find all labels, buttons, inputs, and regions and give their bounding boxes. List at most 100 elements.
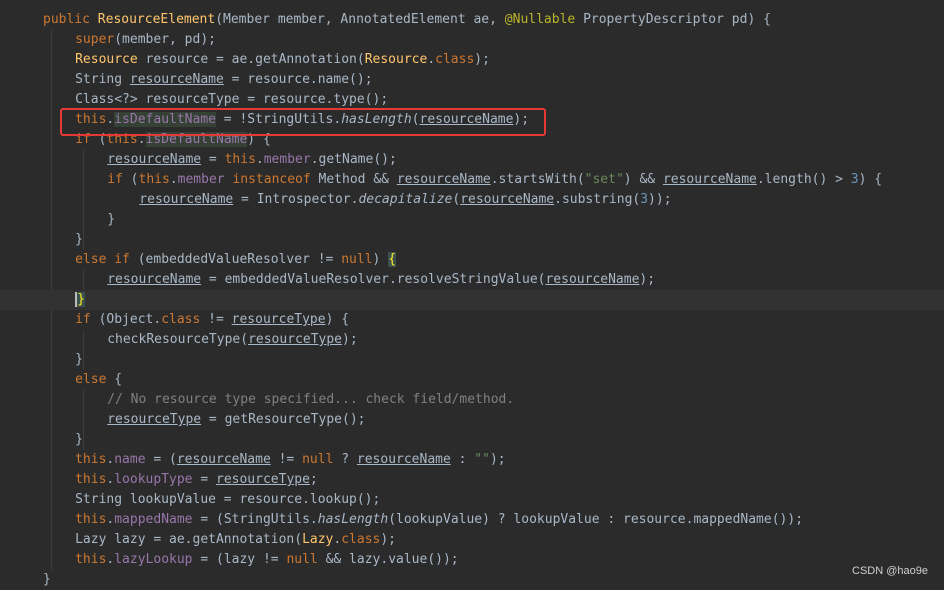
code-token: } [75, 232, 83, 247]
code-line-text: resourceName = Introspector.decapitalize… [139, 190, 671, 210]
code-token: && lazy.value()); [325, 552, 459, 567]
code-token: 3 [850, 172, 859, 187]
code-line[interactable]: Resource resource = ae.getAnnotation(Res… [0, 50, 944, 70]
code-line-text: resourceName = this.member.getName(); [107, 150, 397, 170]
code-token: ); [342, 332, 358, 347]
code-token: else if [75, 252, 138, 267]
code-token: (Object. [98, 312, 162, 327]
code-token: = getResourceType(); [201, 412, 366, 427]
code-line-text: Resource resource = ae.getAnnotation(Res… [75, 50, 490, 70]
code-token: ); [489, 452, 506, 467]
code-line[interactable]: resourceName = Introspector.decapitalize… [0, 190, 944, 210]
code-token: @Nullable [504, 12, 584, 27]
code-line[interactable]: this.name = (resourceName != null ? reso… [0, 450, 944, 470]
code-token: = (lazy != [192, 552, 287, 567]
code-line[interactable]: } [0, 430, 944, 450]
red-highlight-box [60, 108, 546, 136]
code-token: ; [309, 472, 318, 487]
code-token: hasLength [317, 512, 389, 527]
code-token: null [341, 252, 373, 267]
code-token: super [75, 32, 115, 47]
watermark: CSDN @hao9e [852, 565, 928, 577]
code-token: ); [474, 52, 490, 67]
code-line[interactable]: resourceType = getResourceType(); [0, 410, 944, 430]
code-line-text: else if (embeddedValueResolver != null) … [75, 250, 397, 270]
code-token: checkResourceType( [107, 332, 249, 347]
code-token: { [114, 372, 123, 387]
code-token: name [114, 452, 146, 467]
code-line[interactable]: } [0, 210, 944, 230]
code-line[interactable]: public ResourceElement(Member member, An… [0, 10, 944, 30]
code-line-text: public ResourceElement(Member member, An… [43, 10, 771, 30]
code-token: resourceType [216, 472, 310, 487]
code-token: ) { [858, 172, 883, 187]
code-token: this [75, 452, 107, 467]
code-token: this [224, 152, 256, 167]
code-line[interactable]: resourceName = this.member.getName(); [0, 150, 944, 170]
code-token: resourceName [139, 192, 234, 207]
code-line[interactable]: if (Object.class != resourceType) { [0, 310, 944, 330]
code-line[interactable]: String resourceName = resource.name(); [0, 70, 944, 90]
code-token: resourceName [107, 272, 202, 287]
code-token: = Introspector. [233, 192, 359, 207]
code-line-text: this.lookupType = resourceType; [75, 470, 318, 490]
code-token: Lazy [302, 532, 334, 547]
code-token: { [388, 252, 397, 267]
code-token: : [450, 452, 475, 467]
code-line[interactable]: else if (embeddedValueResolver != null) … [0, 250, 944, 270]
code-line[interactable]: this.lazyLookup = (lazy != null && lazy.… [0, 550, 944, 570]
code-line[interactable]: if (this.member instanceof Method && res… [0, 170, 944, 190]
code-line[interactable]: Class<?> resourceType = resource.type(); [0, 90, 944, 110]
code-line[interactable]: } [0, 350, 944, 370]
code-token: class [341, 532, 381, 547]
code-token: . [255, 152, 264, 167]
code-token: PropertyDescriptor pd) { [583, 12, 771, 27]
code-token: lazyLookup [114, 552, 193, 567]
code-token: resourceName [460, 192, 555, 207]
code-token: Lazy lazy = ae.getAnnotation( [75, 532, 303, 547]
code-token: Resource [75, 52, 146, 67]
code-line[interactable]: } [0, 290, 944, 310]
code-token: String lookupValue = resource.lookup(); [75, 492, 381, 507]
code-token: resourceName [107, 152, 202, 167]
code-token: mappedName [114, 512, 193, 527]
code-line-text: } [75, 290, 85, 310]
code-token: null [302, 452, 342, 467]
code-line-text: this.lazyLookup = (lazy != null && lazy.… [75, 550, 459, 570]
code-token: resourceName [129, 72, 224, 87]
code-line[interactable]: String lookupValue = resource.lookup(); [0, 490, 944, 510]
code-token: member [177, 172, 233, 187]
code-line[interactable]: this.lookupType = resourceType; [0, 470, 944, 490]
code-token: this [75, 512, 107, 527]
code-line-text: resourceType = getResourceType(); [107, 410, 365, 430]
code-token: != [208, 312, 232, 327]
code-line[interactable]: } [0, 570, 944, 590]
code-token: Resource [364, 52, 428, 67]
code-token: this [75, 552, 107, 567]
code-token: = resource.name(); [223, 72, 373, 87]
code-line[interactable]: // No resource type specified... check f… [0, 390, 944, 410]
code-line-text: } [75, 430, 83, 450]
code-line[interactable]: super(member, pd); [0, 30, 944, 50]
code-line[interactable]: checkResourceType(resourceType); [0, 330, 944, 350]
code-token: instanceof [232, 172, 319, 187]
code-token: String [75, 72, 130, 87]
code-token: this [75, 472, 107, 487]
code-line[interactable]: Lazy lazy = ae.getAnnotation(Lazy.class)… [0, 530, 944, 550]
code-token: resource = ae.getAnnotation( [145, 52, 365, 67]
code-editor[interactable]: public ResourceElement(Member member, An… [0, 0, 944, 587]
code-token: ); [639, 272, 656, 287]
code-token: else [75, 372, 115, 387]
code-token: } [75, 352, 83, 367]
code-line[interactable]: else { [0, 370, 944, 390]
code-line[interactable]: this.mappedName = (StringUtils.hasLength… [0, 510, 944, 530]
code-token: ) { [325, 312, 350, 327]
code-line-text: super(member, pd); [75, 30, 216, 50]
code-line[interactable]: } [0, 230, 944, 250]
code-line-text: String lookupValue = resource.lookup(); [75, 490, 380, 510]
code-token: . [169, 172, 178, 187]
code-token: if [107, 172, 131, 187]
code-token: this [138, 172, 170, 187]
code-line[interactable]: resourceName = embeddedValueResolver.res… [0, 270, 944, 290]
code-token: class [435, 52, 475, 67]
